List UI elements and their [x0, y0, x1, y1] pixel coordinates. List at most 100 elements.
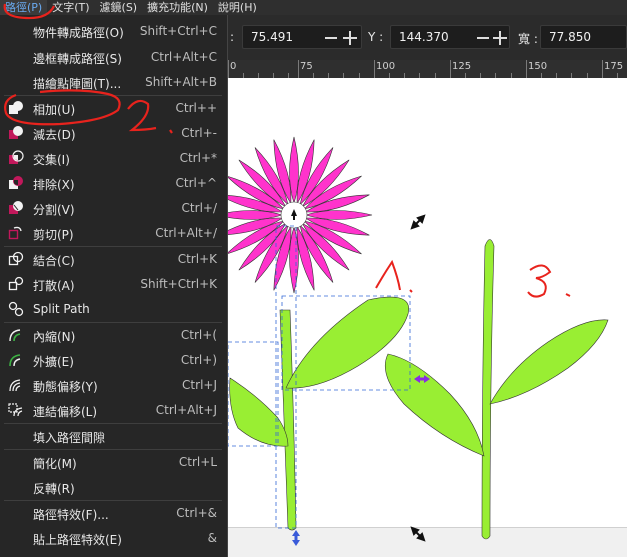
width-spinbox[interactable]: 77.850 [540, 25, 627, 49]
menu-item-label: 外擴(E) [33, 355, 74, 369]
resize-handle-bottom-right-icon[interactable] [410, 526, 426, 542]
menu-item-label: 分割(V) [33, 203, 75, 217]
menu-item-inset[interactable]: 內縮(N) Ctrl+( [0, 322, 227, 347]
menu-item-label: 路徑特效(F)... [33, 508, 109, 522]
menu-item-shortcut: Ctrl+^ [175, 176, 217, 190]
split-path-icon [8, 301, 24, 317]
path-outset-icon [9, 354, 21, 367]
menu-item-label: 動態偏移(Y) [33, 380, 98, 394]
menu-item-shortcut: Ctrl+Alt+C [150, 50, 217, 64]
menu-item-path-effects[interactable]: 路徑特效(F)... Ctrl+& [0, 500, 227, 525]
menu-item-combine[interactable]: 結合(C) Ctrl+K [0, 246, 227, 271]
menu-item-shortcut: Ctrl++ [175, 101, 217, 115]
menu-item-label: 排除(X) [33, 178, 75, 192]
menu-item-intersection[interactable]: 交集(I) Ctrl+* [0, 145, 227, 170]
menu-item-label: 描繪點陣圖(T)... [33, 77, 122, 91]
menu-item-split-path[interactable]: Split Path [0, 296, 227, 321]
menu-item-shortcut: Ctrl+Alt+/ [155, 226, 217, 240]
y-decrement-icon[interactable] [477, 37, 489, 39]
y-increment-icon[interactable] [493, 31, 507, 45]
menu-item-label: 結合(C) [33, 254, 75, 268]
menu-item-shortcut: Ctrl+* [179, 151, 217, 165]
x-value[interactable]: 75.491 [251, 30, 293, 44]
right-stem[interactable] [481, 239, 495, 540]
menu-item-trace-bitmap[interactable]: 描繪點陣圖(T)... Shift+Alt+B [0, 69, 227, 94]
menu-item-simplify[interactable]: 簡化(M) Ctrl+L [0, 449, 227, 474]
annotation-3-mark [527, 264, 571, 298]
menu-item-label: 剪切(P) [33, 228, 74, 242]
menu-path[interactable]: 路徑(P) [0, 0, 48, 15]
menu-item-shortcut: Shift+Ctrl+K [140, 277, 217, 291]
menu-item-label: 內縮(N) [33, 330, 76, 344]
path-intersection-icon [9, 150, 24, 164]
menu-item-label: 打散(A) [33, 279, 75, 293]
menu-filters[interactable]: 濾鏡(S) [95, 0, 143, 15]
menu-item-linked-offset[interactable]: 連結偏移(L) Ctrl+Alt+J [0, 397, 227, 422]
drawing-canvas[interactable] [228, 78, 627, 557]
menu-item-shortcut: Ctrl+Alt+J [155, 403, 217, 417]
y-spinbox[interactable]: 144.370 [390, 25, 510, 49]
menu-item-dynamic-offset[interactable]: 動態偏移(Y) Ctrl+J [0, 372, 227, 397]
path-break-apart-icon [8, 276, 24, 291]
menu-item-label: 反轉(R) [33, 482, 75, 496]
ruler-label: 150 [528, 61, 548, 72]
path-union-icon [9, 101, 23, 114]
artwork[interactable] [228, 78, 627, 557]
path-combine-icon [8, 251, 24, 266]
left-left-leaf[interactable] [229, 377, 289, 447]
menu-item-union[interactable]: 相加(U) Ctrl++ [0, 95, 227, 120]
menu-item-reverse[interactable]: 反轉(R) [0, 474, 227, 499]
ruler-label: 125 [452, 61, 472, 72]
menu-item-shortcut: Ctrl+& [176, 506, 217, 520]
x-increment-icon[interactable] [343, 31, 357, 45]
width-value[interactable]: 77.850 [549, 30, 591, 44]
menu-item-label: Split Path [33, 302, 90, 316]
menu-item-shortcut: Shift+Ctrl+C [139, 24, 217, 38]
ruler-label: 175 [604, 61, 624, 72]
tool-controls-bar: : 75.491 Y : 144.370 寬 : 77.850 [228, 15, 627, 60]
menu-item-stroke-to-path[interactable]: 邊框轉成路徑(S) Ctrl+Alt+C [0, 44, 227, 69]
path-division-icon [9, 201, 23, 214]
menu-extensions[interactable]: 擴充功能(N) [142, 0, 213, 15]
right-left-leaf[interactable] [384, 353, 485, 457]
menu-item-fill-between-paths[interactable]: 填入路徑間隙 [0, 423, 227, 448]
y-label: Y : [368, 30, 384, 44]
menu-item-exclusion[interactable]: 排除(X) Ctrl+^ [0, 170, 227, 195]
menu-item-shortcut: Ctrl+L [178, 455, 217, 469]
menu-text[interactable]: 文字(T) [47, 0, 94, 15]
path-menu: 物件轉成路徑(O) Shift+Ctrl+C 邊框轉成路徑(S) Ctrl+Al… [0, 15, 228, 557]
menu-item-label: 減去(D) [33, 128, 76, 142]
menu-item-shortcut: & [207, 531, 217, 545]
menu-item-shortcut: Ctrl+J [182, 378, 217, 392]
menu-item-shortcut: Ctrl+K [177, 252, 217, 266]
menu-help[interactable]: 說明(H) [213, 0, 262, 15]
menu-item-label: 填入路徑間隙 [33, 431, 106, 445]
menu-bar: 路徑(P) 文字(T) 濾鏡(S) 擴充功能(N) 說明(H) [0, 0, 627, 15]
right-right-leaf[interactable] [489, 319, 609, 405]
menu-item-break-apart[interactable]: 打散(A) Shift+Ctrl+K [0, 271, 227, 296]
x-spinbox[interactable]: 75.491 [242, 25, 362, 49]
menu-item-label: 相加(U) [33, 103, 76, 117]
ruler-label: 75 [300, 61, 313, 72]
menu-item-shortcut: Ctrl+( [180, 328, 217, 342]
scale-handle-bottom-icon[interactable] [292, 530, 300, 546]
x-decrement-icon[interactable] [325, 37, 337, 39]
left-stem[interactable] [279, 309, 297, 531]
path-difference-icon [9, 126, 23, 139]
menu-item-shortcut: Shift+Alt+B [145, 75, 217, 89]
y-value[interactable]: 144.370 [399, 30, 449, 44]
menu-item-shortcut: Ctrl+- [181, 126, 217, 140]
menu-item-difference[interactable]: 減去(D) Ctrl+- [0, 120, 227, 145]
path-exclusion-icon [9, 176, 23, 189]
menu-item-label: 交集(I) [33, 153, 70, 167]
menu-item-object-to-path[interactable]: 物件轉成路徑(O) Shift+Ctrl+C [0, 18, 227, 43]
horizontal-ruler: 0 75 100 125 150 175 [228, 60, 627, 79]
path-inset-icon [9, 329, 21, 342]
annotation-1-mark [375, 259, 413, 293]
menu-item-label: 連結偏移(L) [33, 405, 98, 419]
menu-item-outset[interactable]: 外擴(E) Ctrl+) [0, 347, 227, 372]
menu-item-paste-path-effect[interactable]: 貼上路徑特效(E) & [0, 525, 227, 550]
resize-handle-top-right-icon[interactable] [410, 214, 426, 230]
menu-item-division[interactable]: 分割(V) Ctrl+/ [0, 195, 227, 220]
menu-item-cut-path[interactable]: 剪切(P) Ctrl+Alt+/ [0, 220, 227, 245]
